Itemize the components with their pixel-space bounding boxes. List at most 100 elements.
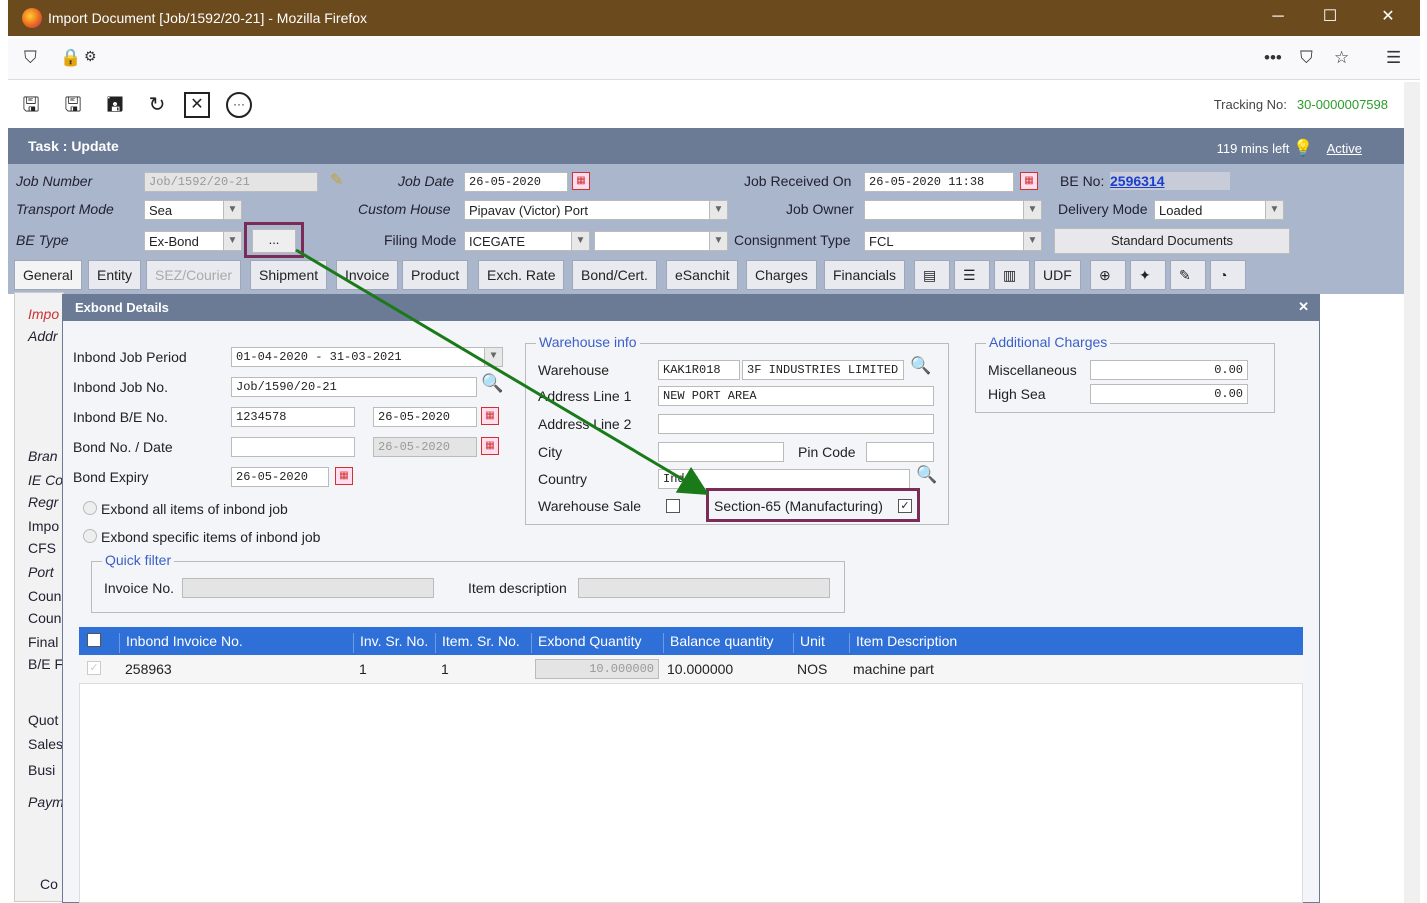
minimize-button[interactable]: ─ bbox=[1258, 4, 1298, 32]
tab-document-icon[interactable]: ▤ bbox=[914, 260, 950, 290]
bond-date-calendar-icon[interactable]: ▦ bbox=[481, 437, 499, 455]
exbond-specific-radio[interactable] bbox=[83, 529, 97, 543]
maximize-button[interactable]: ☐ bbox=[1310, 4, 1350, 32]
tab-chart-icon[interactable]: ◔ bbox=[1210, 260, 1246, 290]
bond-no-field[interactable] bbox=[231, 437, 355, 457]
bond-expiry-calendar-icon[interactable]: ▦ bbox=[335, 467, 353, 485]
chevron-down-icon: ▼ bbox=[223, 232, 241, 250]
pocket-icon[interactable]: ⛉ bbox=[1300, 48, 1313, 68]
col-inv-sr[interactable]: Inv. Sr. No. bbox=[353, 633, 428, 653]
city-label: City bbox=[538, 444, 563, 460]
close-button[interactable]: ✕ bbox=[1368, 4, 1408, 32]
col-inbond-invoice[interactable]: Inbond Invoice No. bbox=[119, 633, 243, 653]
inbond-be-field[interactable]: 1234578 bbox=[231, 407, 355, 427]
save-icon[interactable]: 🖫 bbox=[18, 92, 44, 118]
col-balance-qty[interactable]: Balance quantity bbox=[663, 633, 774, 653]
menu-icon[interactable]: ☰ bbox=[1386, 48, 1401, 68]
transport-mode-select[interactable]: Sea ▼ bbox=[144, 200, 242, 220]
col-item-sr[interactable]: Item. Sr. No. bbox=[435, 633, 520, 653]
warehouse-sale-checkbox[interactable] bbox=[666, 499, 680, 513]
country-search-icon[interactable]: 🔍 bbox=[916, 465, 937, 485]
table-row[interactable]: ✓ 258963 1 1 10.000000 10.000000 NOS mac… bbox=[79, 655, 1303, 683]
tab-entity[interactable]: Entity bbox=[88, 260, 142, 290]
inbond-period-select[interactable]: 01-04-2020 - 31-03-2021 ▼ bbox=[231, 347, 503, 367]
search-icon[interactable]: 🔍 bbox=[481, 373, 503, 394]
job-owner-select[interactable]: ▼ bbox=[864, 200, 1042, 220]
bond-expiry-field[interactable]: 26-05-2020 bbox=[231, 467, 329, 487]
tab-shipment[interactable]: Shipment bbox=[250, 260, 328, 290]
active-status-link[interactable]: Active bbox=[1327, 141, 1362, 156]
consignment-select[interactable]: FCL ▼ bbox=[864, 231, 1042, 251]
page-scrollbar[interactable] bbox=[1404, 82, 1420, 903]
col-exbond-qty[interactable]: Exbond Quantity bbox=[531, 633, 642, 653]
task-bar: Task : Update 119 mins left 💡 Active bbox=[8, 128, 1404, 164]
more-options-icon[interactable]: ··· bbox=[226, 92, 252, 118]
delivery-mode-select[interactable]: Loaded ▼ bbox=[1154, 200, 1284, 220]
save-as-icon[interactable]: 🖪 bbox=[102, 92, 128, 118]
more-icon[interactable]: ••• bbox=[1264, 48, 1282, 68]
save-close-icon[interactable]: 🖫 bbox=[60, 92, 86, 118]
cancel-icon[interactable]: ✕ bbox=[184, 92, 210, 118]
left-label-16[interactable]: Co bbox=[40, 876, 58, 892]
tab-money-icon[interactable]: ✦ bbox=[1130, 260, 1166, 290]
tab-bond-cert[interactable]: Bond/Cert. bbox=[572, 260, 657, 290]
time-left: 119 mins left bbox=[1216, 141, 1290, 156]
tab-sez-courier[interactable]: SEZ/Courier bbox=[146, 260, 242, 290]
item-desc-filter[interactable] bbox=[578, 578, 830, 598]
shield-icon[interactable]: ⛉ bbox=[24, 48, 37, 68]
tab-exch-rate[interactable]: Exch. Rate bbox=[478, 260, 565, 290]
bookmark-star-icon[interactable]: ☆ bbox=[1334, 48, 1349, 68]
warehouse-name-field[interactable]: 3F INDUSTRIES LIMITED bbox=[742, 360, 904, 380]
inbond-be-date-field[interactable]: 26-05-2020 bbox=[373, 407, 477, 427]
high-sea-field[interactable]: 0.00 bbox=[1090, 384, 1248, 404]
pin-field[interactable] bbox=[866, 442, 934, 462]
edit-icon[interactable]: ✎ bbox=[330, 170, 343, 190]
job-received-calendar-icon[interactable]: ▦ bbox=[1020, 172, 1038, 190]
custom-house-select[interactable]: Pipavav (Victor) Port ▼ bbox=[464, 200, 728, 220]
tab-charges[interactable]: Charges bbox=[746, 260, 817, 290]
left-label-12: Quot bbox=[28, 712, 59, 728]
warehouse-code-field[interactable]: KAK1R018 bbox=[658, 360, 740, 380]
tab-edit-icon[interactable]: ✎ bbox=[1170, 260, 1206, 290]
warehouse-search-icon[interactable]: 🔍 bbox=[910, 356, 931, 376]
addr2-field[interactable] bbox=[658, 414, 934, 434]
tab-crosshair-icon[interactable]: ⊕ bbox=[1090, 260, 1126, 290]
filing-sub-select[interactable]: ▼ bbox=[594, 231, 728, 251]
cell-exbond-qty[interactable]: 10.000000 bbox=[535, 659, 659, 679]
refresh-icon[interactable]: ↻ bbox=[144, 92, 170, 118]
tab-general[interactable]: General bbox=[14, 260, 82, 290]
tab-financials[interactable]: Financials bbox=[824, 260, 906, 290]
close-icon[interactable]: ✕ bbox=[1298, 299, 1309, 315]
row-checkbox[interactable]: ✓ bbox=[87, 661, 101, 675]
col-unit[interactable]: Unit bbox=[793, 633, 825, 653]
inbond-job-field[interactable]: Job/1590/20-21 bbox=[231, 377, 477, 397]
tab-gate-icon[interactable]: ▥ bbox=[994, 260, 1030, 290]
chevron-down-icon: ▼ bbox=[1023, 201, 1041, 219]
country-field[interactable]: India bbox=[658, 469, 910, 489]
inbond-be-calendar-icon[interactable]: ▦ bbox=[481, 407, 499, 425]
be-no-link[interactable]: 2596314 bbox=[1110, 172, 1230, 190]
addr1-field[interactable]: NEW PORT AREA bbox=[658, 386, 934, 406]
invoice-no-filter[interactable] bbox=[182, 578, 434, 598]
select-all-checkbox[interactable] bbox=[87, 633, 101, 647]
tab-udf[interactable]: UDF bbox=[1034, 260, 1081, 290]
job-date-calendar-icon[interactable]: ▦ bbox=[572, 172, 590, 190]
left-label-9: Coun bbox=[28, 610, 62, 626]
permissions-icon[interactable]: ⚙ bbox=[84, 48, 97, 65]
tab-product[interactable]: Product bbox=[402, 260, 469, 290]
lock-icon[interactable]: 🔒 bbox=[60, 48, 81, 68]
job-date-field[interactable]: 26-05-2020 bbox=[464, 172, 568, 192]
city-field[interactable] bbox=[658, 442, 784, 462]
misc-field[interactable]: 0.00 bbox=[1090, 360, 1248, 380]
quick-filter-legend: Quick filter bbox=[102, 552, 175, 568]
tab-list-icon[interactable]: ☰ bbox=[954, 260, 990, 290]
exbond-all-radio[interactable] bbox=[83, 501, 97, 515]
tab-esanchit[interactable]: eSanchit bbox=[666, 260, 739, 290]
be-type-select[interactable]: Ex-Bond ▼ bbox=[144, 231, 242, 251]
job-received-field[interactable]: 26-05-2020 11:38 bbox=[864, 172, 1014, 192]
filing-mode-select[interactable]: ICEGATE ▼ bbox=[464, 231, 590, 251]
standard-documents-button[interactable]: Standard Documents bbox=[1054, 228, 1290, 254]
tab-invoice[interactable]: Invoice bbox=[336, 260, 399, 290]
be-type-label: BE Type bbox=[16, 232, 69, 248]
col-item-desc[interactable]: Item Description bbox=[849, 633, 957, 653]
